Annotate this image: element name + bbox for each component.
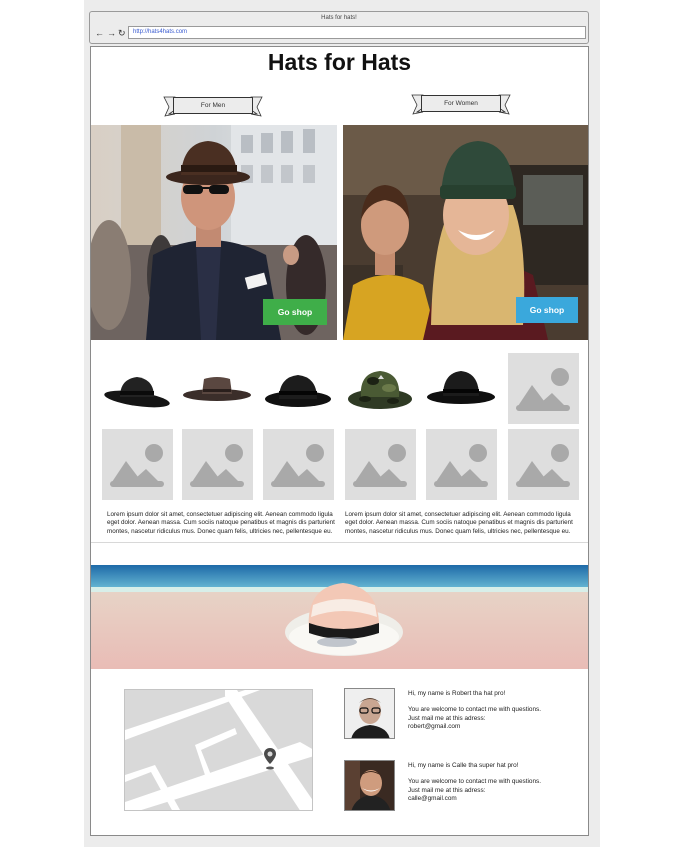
browser-window-chrome: Hats for hats! ← → ↻ http://hats4hats.co… [89,11,589,44]
contact-instruction: Just mail me at this adress: [408,714,486,722]
contact-robert: Hi, my name is Robert tha hat pro! You a… [408,690,578,731]
image-placeholder [508,429,579,500]
hat-thumbnail-black-fedora-2[interactable] [426,353,497,424]
hat-thumbnail-black-fedora[interactable] [102,353,173,424]
camo-bucket-hat-image [348,371,412,409]
contact-invite: You are welcome to contact me with quest… [408,778,541,786]
calle-portrait-image [345,761,394,810]
go-shop-women-button[interactable]: Go shop [516,297,578,323]
women-description-text: Lorem ipsum dolor sit amet, consectetuer… [345,511,573,535]
forward-icon[interactable]: → [107,27,116,39]
men-description-text: Lorem ipsum dolor sit amet, consectetuer… [107,511,335,535]
ribbon-for-women: For Women [411,92,511,116]
hat-thumbnail-camo-bucket[interactable] [345,353,416,424]
black-fedora-hat-image [104,377,170,408]
contact-greeting: Hi, my name is Robert tha hat pro! [408,690,506,697]
location-pin-icon [264,748,276,770]
image-placeholder-icon [190,444,244,487]
contact-instruction: Just mail me at this adress: [408,786,486,794]
image-placeholder-icon [516,368,570,411]
web-page: Hats for Hats For Men For Women Go shop … [90,46,589,836]
reload-icon[interactable]: ↻ [118,27,126,39]
hat-thumbnail-black-trilby[interactable] [263,353,334,424]
image-placeholder-icon [516,444,570,487]
black-fedora-hat-image [427,371,495,404]
contact-calle: Hi, my name is Calle tha super hat pro! … [408,762,578,803]
ribbon-for-men: For Men [163,94,263,118]
page-title: Hats for Hats [267,49,412,75]
image-placeholder [182,429,253,500]
beach-hat-banner [91,565,588,669]
back-icon[interactable]: ← [95,27,104,39]
image-placeholder-icon [434,444,488,487]
contact-email-link[interactable]: robert@gmail.com [408,723,578,731]
window-title: Hats for hats! [321,15,357,21]
brown-boater-hat-image [183,377,251,401]
image-placeholder [263,429,334,500]
contact-invite: You are welcome to contact me with quest… [408,706,541,714]
image-placeholder [102,429,173,500]
avatar-calle [344,760,395,811]
image-placeholder [508,353,579,424]
go-shop-men-button[interactable]: Go shop [263,299,327,325]
image-placeholder-icon [271,444,325,487]
black-trilby-hat-image [265,375,331,407]
avatar-robert [344,688,395,739]
image-placeholder-icon [110,444,164,487]
image-placeholder [426,429,497,500]
image-placeholder-icon [353,444,407,487]
ribbon-label: For Women [421,95,501,112]
contact-greeting: Hi, my name is Calle tha super hat pro! [408,762,519,769]
panama-hat-on-beach-image [91,565,588,669]
robert-portrait-image [345,689,394,738]
ribbon-label: For Men [173,97,253,114]
hat-thumbnail-brown-boater[interactable] [182,353,253,424]
image-placeholder [345,429,416,500]
divider [91,542,588,543]
women-hero-photo: Go shop [343,125,588,340]
map-roads-image [125,690,312,810]
address-bar[interactable]: http://hats4hats.com [128,26,586,39]
men-hero-photo: Go shop [91,125,337,340]
location-map[interactable] [124,689,313,811]
contact-email-link[interactable]: calle@gmail.com [408,795,578,803]
